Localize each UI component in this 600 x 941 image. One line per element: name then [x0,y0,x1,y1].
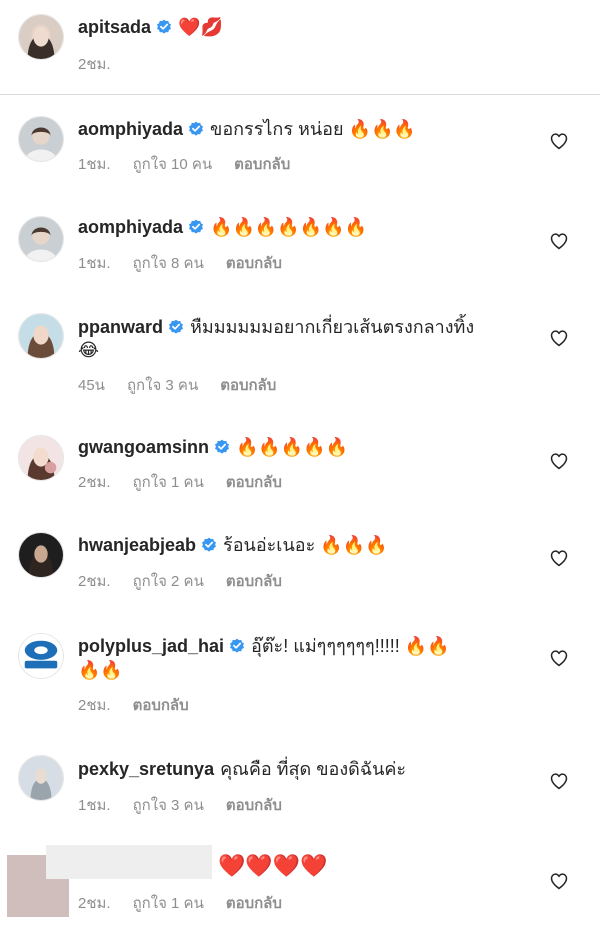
timestamp: 1ชม. [78,255,111,272]
reply-button[interactable]: ตอบกลับ [220,377,276,394]
heart-outline-icon[interactable] [549,231,569,251]
avatar[interactable] [18,633,64,679]
comment-meta: 45น ถูกใจ 3 คน ตอบกลับ [78,373,298,397]
username-link[interactable]: ppanward [78,317,163,337]
polyplus-logo-avatar [19,634,63,678]
comment-line: gwangoamsinn 🔥🔥🔥🔥🔥 [78,432,530,462]
avatar[interactable] [18,532,64,578]
caption-meta: 2ชม. [78,52,133,76]
comment-meta: 1ชม. ถูกใจ 8 คน ตอบกลับ [78,251,304,275]
comment-meta: 2ชม. ตอบกลับ [78,693,211,717]
redacted-username [46,845,212,879]
comment-line-continued: 😂 [78,335,530,365]
comment-text: คุณคือ ที่สุด ของดิฉันค่ะ [220,759,407,779]
comment-text: อุ๊ต๊ะ! แม่ๆๆๆๆๆๆ!!!!! 🔥🔥 [251,636,450,656]
reply-button[interactable]: ตอบกลับ [226,895,282,912]
caption-text: ❤️💋 [178,17,223,37]
like-count[interactable]: ถูกใจ 8 คน [133,255,204,272]
avatar-image [19,217,63,261]
avatar-image [19,314,63,358]
reply-button[interactable]: ตอบกลับ [226,474,282,491]
comment-meta: 2ชม. ถูกใจ 1 คน ตอบกลับ [78,891,304,915]
timestamp: 1ชม. [78,156,111,173]
divider [0,94,600,95]
reply-button[interactable]: ตอบกลับ [133,697,189,714]
avatar-image [19,756,63,800]
avatar-image [19,436,63,480]
like-count[interactable]: ถูกใจ 2 คน [133,573,204,590]
avatar[interactable] [18,435,64,481]
like-count[interactable]: ถูกใจ 1 คน [133,474,204,491]
username-link[interactable]: gwangoamsinn [78,437,209,457]
reply-button[interactable]: ตอบกลับ [226,797,282,814]
avatar[interactable] [18,14,64,60]
verified-badge-icon [229,638,245,654]
avatar[interactable] [18,755,64,801]
verified-badge-icon [201,537,217,553]
reply-button[interactable]: ตอบกลับ [234,156,290,173]
comment-text: 🔥🔥 [78,660,123,680]
avatar[interactable] [18,313,64,359]
comment-text: ร้อนอ่ะเนอะ 🔥🔥🔥 [223,535,388,555]
like-count[interactable]: ถูกใจ 1 คน [133,895,204,912]
reply-button[interactable]: ตอบกลับ [226,255,282,272]
timestamp: 45น [78,377,105,394]
timestamp: 2ชม. [78,895,111,912]
comment-meta: 2ชม. ถูกใจ 2 คน ตอบกลับ [78,569,304,593]
verified-badge-icon [188,121,204,137]
timestamp: 2ชม. [78,697,111,714]
heart-outline-icon[interactable] [549,771,569,791]
username-link[interactable]: aomphiyada [78,119,183,139]
timestamp: 2ชม. [78,56,111,73]
comment-text: ขอกรรไกร หน่อย 🔥🔥🔥 [210,119,416,139]
comment-meta: 1ชม. ถูกใจ 3 คน ตอบกลับ [78,793,304,817]
comment-text: 🔥🔥🔥🔥🔥🔥🔥 [210,217,367,237]
heart-outline-icon[interactable] [549,871,569,891]
avatar-image [19,533,63,577]
comment-meta: 1ชม. ถูกใจ 10 คน ตอบกลับ [78,152,312,176]
verified-badge-icon [156,19,172,35]
timestamp: 1ชม. [78,797,111,814]
comment-text: ❤️❤️❤️❤️ [218,853,328,878]
comment-meta: 2ชม. ถูกใจ 1 คน ตอบกลับ [78,470,304,494]
avatar-image [19,15,63,59]
caption-line: apitsada ❤️💋 [78,12,530,42]
like-count[interactable]: ถูกใจ 10 คน [133,156,213,173]
verified-badge-icon [168,319,184,335]
comment-text: หืมมมมมมอยากเกี่ยวเส้นตรงกลางทิ้ง [190,317,475,337]
like-count[interactable]: ถูกใจ 3 คน [133,797,204,814]
comment-line: aomphiyada ขอกรรไกร หน่อย 🔥🔥🔥 [78,114,530,144]
username-link[interactable]: apitsada [78,17,151,37]
username-link[interactable]: hwanjeabjeab [78,535,196,555]
timestamp: 2ชม. [78,573,111,590]
comment-line: hwanjeabjeab ร้อนอ่ะเนอะ 🔥🔥🔥 [78,530,530,560]
username-link[interactable]: polyplus_jad_hai [78,636,224,656]
heart-outline-icon[interactable] [549,131,569,151]
comment-text: 🔥🔥🔥🔥🔥 [236,437,349,457]
comment-line-continued: 🔥🔥 [78,655,530,685]
avatar[interactable] [18,216,64,262]
avatar-image [19,117,63,161]
verified-badge-icon [188,219,204,235]
comment-line: aomphiyada 🔥🔥🔥🔥🔥🔥🔥 [78,212,530,242]
comment-line: pexky_sretunya คุณคือ ที่สุด ของดิฉันค่ะ [78,754,530,784]
heart-outline-icon[interactable] [549,451,569,471]
heart-outline-icon[interactable] [549,548,569,568]
reply-button[interactable]: ตอบกลับ [226,573,282,590]
verified-badge-icon [214,439,230,455]
username-link[interactable]: aomphiyada [78,217,183,237]
like-count[interactable]: ถูกใจ 3 คน [127,377,198,394]
timestamp: 2ชม. [78,474,111,491]
comment-text: 😂 [78,340,100,360]
username-link[interactable]: pexky_sretunya [78,759,214,779]
heart-outline-icon[interactable] [549,328,569,348]
heart-outline-icon[interactable] [549,648,569,668]
post-caption: apitsada ❤️💋 2ชม. [0,0,600,94]
avatar[interactable] [18,116,64,162]
